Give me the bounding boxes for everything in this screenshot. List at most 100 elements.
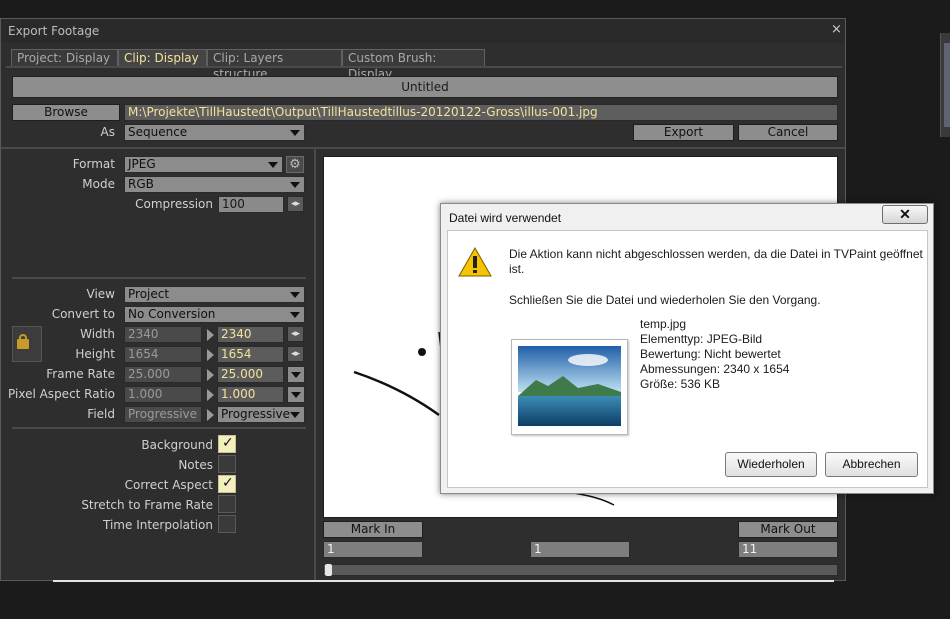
dialog-instruction: Schließen Sie die Datei und wiederholen … <box>509 293 821 307</box>
convert-to-select[interactable]: No Conversion <box>124 306 305 323</box>
file-dimensions: Abmessungen: 2340 x 1654 <box>640 362 790 376</box>
slider-handle[interactable] <box>325 564 332 576</box>
height-stepper[interactable]: ◂▸ <box>287 346 304 362</box>
height-label: Height <box>75 347 115 361</box>
mode-select[interactable]: RGB <box>124 176 305 193</box>
correct-aspect-checkbox[interactable] <box>218 475 236 493</box>
chevron-down-icon <box>291 392 301 398</box>
tab-divider <box>6 66 842 68</box>
view-value: Project <box>128 287 170 301</box>
frame-rate-input[interactable]: 25.000 <box>217 366 284 383</box>
mark-out-button[interactable]: Mark Out <box>738 521 838 538</box>
tab-custom-brush-display[interactable]: Custom Brush: Display <box>342 49 485 81</box>
clip-name-field[interactable]: Untitled <box>12 76 838 98</box>
height-source: 1654 <box>124 346 202 363</box>
tab-clip-display[interactable]: Clip: Display <box>118 49 207 67</box>
output-path-input[interactable]: M:\Projekte\TillHaustedt\Output\TillHaus… <box>124 104 838 121</box>
convert-to-label: Convert to <box>51 307 115 321</box>
compression-stepper[interactable]: ◂▸ <box>287 196 304 212</box>
frame-rate-label: Frame Rate <box>46 367 115 381</box>
arrow-right-icon <box>207 369 214 381</box>
file-size: Größe: 536 KB <box>640 377 721 391</box>
correct-aspect-label: Correct Aspect <box>124 478 213 492</box>
window-shadow-line <box>53 580 834 582</box>
field-select[interactable]: Progressive <box>217 406 305 423</box>
view-label: View <box>86 287 115 301</box>
section-divider <box>12 277 306 279</box>
height-input[interactable]: 1654 <box>217 346 284 363</box>
cancel-button[interactable]: Cancel <box>738 124 838 141</box>
mark-in-button[interactable]: Mark In <box>323 521 423 538</box>
mark-out-input[interactable]: 11 <box>738 541 838 558</box>
file-type: Elementtyp: JPEG-Bild <box>640 332 763 346</box>
format-select[interactable]: JPEG <box>124 156 283 173</box>
file-name: temp.jpg <box>640 317 687 331</box>
background-window-edge <box>940 33 950 137</box>
landscape-image <box>518 346 621 426</box>
chevron-down-icon <box>290 412 300 418</box>
dialog-close-button[interactable]: ✕ <box>882 205 928 224</box>
thumbnail-strip <box>944 43 950 127</box>
convert-to-value: No Conversion <box>128 307 216 321</box>
export-button[interactable]: Export <box>633 124 734 141</box>
as-value: Sequence <box>128 125 188 139</box>
file-rating: Bewertung: Nicht bewertet <box>640 347 781 361</box>
chevron-down-icon <box>290 292 300 298</box>
close-icon[interactable]: × <box>831 22 842 37</box>
stretch-frame-rate-label: Stretch to Frame Rate <box>81 498 213 512</box>
width-stepper[interactable]: ◂▸ <box>287 326 304 342</box>
file-details: temp.jpg Elementtyp: JPEG-Bild Bewertung… <box>640 317 789 392</box>
frame-rate-dropdown[interactable] <box>287 366 305 383</box>
pixel-aspect-source: 1.000 <box>124 386 202 403</box>
chevron-down-icon <box>290 130 300 136</box>
file-in-use-dialog: Datei wird verwendet ✕ Die Aktion kann n… <box>440 203 934 494</box>
arrow-right-icon <box>207 349 214 361</box>
background-checkbox[interactable] <box>218 435 236 453</box>
browse-button[interactable]: Browse <box>12 104 120 121</box>
field-source: Progressive <box>124 406 202 423</box>
compression-input[interactable]: 100 <box>218 196 284 213</box>
tab-project-display[interactable]: Project: Display <box>11 49 118 67</box>
format-value: JPEG <box>128 157 156 171</box>
view-select[interactable]: Project <box>124 286 305 303</box>
dialog-message: Die Aktion kann nicht abgeschlossen werd… <box>509 247 924 277</box>
current-frame-input[interactable]: 1 <box>530 541 630 558</box>
timeline-slider[interactable] <box>323 564 838 576</box>
dialog-body: Die Aktion kann nicht abgeschlossen werd… <box>447 230 928 488</box>
time-interpolation-checkbox[interactable] <box>218 515 236 533</box>
notes-label: Notes <box>178 458 213 472</box>
mode-value: RGB <box>128 177 154 191</box>
pixel-aspect-dropdown[interactable] <box>287 386 305 403</box>
width-input[interactable]: 2340 <box>217 326 284 343</box>
notes-checkbox[interactable] <box>218 455 236 473</box>
dialog-title: Datei wird verwendet <box>449 211 562 225</box>
gear-icon[interactable]: ⚙ <box>286 156 304 173</box>
width-label: Width <box>80 327 115 341</box>
background-label: Background <box>141 438 213 452</box>
mode-label: Mode <box>82 177 115 191</box>
width-source: 2340 <box>124 326 202 343</box>
frame-rate-source: 25.000 <box>124 366 202 383</box>
arrow-right-icon <box>207 389 214 401</box>
warning-icon <box>458 247 492 277</box>
chevron-down-icon <box>268 162 278 168</box>
arrow-right-icon <box>207 329 214 341</box>
panel-divider <box>314 149 316 580</box>
time-interpolation-label: Time Interpolation <box>103 518 213 532</box>
abort-button[interactable]: Abbrechen <box>825 452 918 477</box>
field-label: Field <box>87 407 115 421</box>
field-value: Progressive <box>221 407 291 421</box>
retry-button[interactable]: Wiederholen <box>725 452 817 477</box>
file-thumbnail <box>511 339 628 435</box>
arrow-right-icon <box>207 409 214 421</box>
chevron-down-icon <box>290 312 300 318</box>
chevron-down-icon <box>291 372 301 378</box>
as-label: As <box>100 125 115 139</box>
compression-label: Compression <box>135 197 213 211</box>
as-select[interactable]: Sequence <box>124 124 305 141</box>
pixel-aspect-input[interactable]: 1.000 <box>217 386 284 403</box>
stretch-frame-rate-checkbox[interactable] <box>218 495 236 513</box>
tab-clip-layers-structure[interactable]: Clip: Layers structure <box>207 49 342 81</box>
title-bar: Export Footage × <box>1 19 845 43</box>
mark-in-input[interactable]: 1 <box>323 541 423 558</box>
